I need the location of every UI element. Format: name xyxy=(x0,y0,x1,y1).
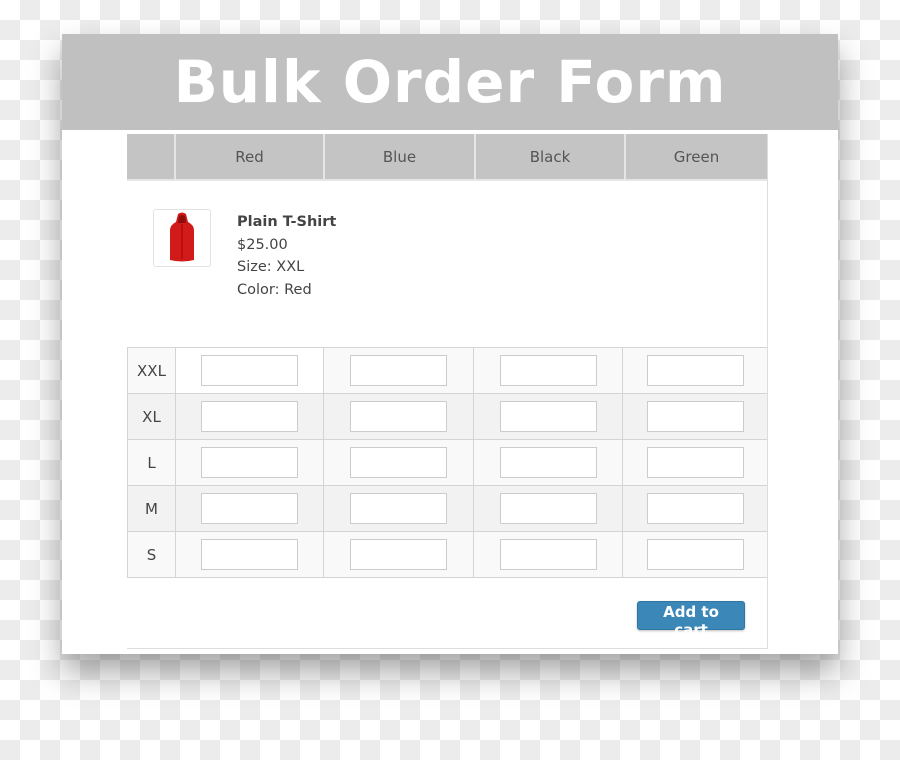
qty-input-m-blue[interactable] xyxy=(350,493,447,524)
size-label: L xyxy=(127,440,176,485)
qty-input-m-black[interactable] xyxy=(499,493,597,524)
product-details: Plain T-Shirt $25.00 Size: XXL Color: Re… xyxy=(127,181,767,347)
cell-green xyxy=(623,440,767,485)
header-bar: Bulk Order Form xyxy=(62,34,838,130)
qty-input-xxl-blue[interactable] xyxy=(350,355,447,386)
cell-blue xyxy=(324,440,474,485)
cell-blue xyxy=(324,486,474,531)
size-label: M xyxy=(127,486,176,531)
cell-blue xyxy=(324,532,474,577)
qty-input-s-blue[interactable] xyxy=(350,539,447,570)
order-form-window: Bulk Order Form Red Blue Black Green Pla… xyxy=(62,34,838,654)
cell-green xyxy=(623,348,767,393)
size-label: XL xyxy=(127,394,176,439)
column-header-red: Red xyxy=(176,134,325,179)
cell-black xyxy=(474,348,623,393)
bulk-order-table: Red Blue Black Green Plain T-Shirt $25.0… xyxy=(127,134,768,649)
qty-input-xl-green[interactable] xyxy=(646,401,744,432)
column-header-green: Green xyxy=(673,147,720,166)
qty-input-s-black[interactable] xyxy=(499,539,597,570)
product-size: Size: XXL xyxy=(237,259,305,275)
qty-input-m-green[interactable] xyxy=(646,493,744,524)
size-row-l: L xyxy=(127,439,767,485)
cell-blue xyxy=(324,394,474,439)
cell-black xyxy=(474,394,623,439)
size-row-s: S xyxy=(127,531,767,578)
column-header-blue: Blue xyxy=(325,134,476,179)
product-name: Plain T-Shirt xyxy=(237,214,337,230)
qty-input-s-red[interactable] xyxy=(201,539,298,570)
cell-green xyxy=(623,532,767,577)
cell-red xyxy=(176,486,324,531)
cell-blue xyxy=(324,348,474,393)
product-thumbnail[interactable] xyxy=(153,209,211,267)
cell-red xyxy=(176,532,324,577)
qty-input-l-green[interactable] xyxy=(646,447,744,478)
qty-input-xxl-green[interactable] xyxy=(646,355,744,386)
cell-black xyxy=(474,532,623,577)
qty-input-xl-black[interactable] xyxy=(499,401,597,432)
cell-red xyxy=(176,348,324,393)
color-header-row: Red Blue Black Green xyxy=(127,134,767,181)
qty-input-xxl-red[interactable] xyxy=(201,355,298,386)
cell-green xyxy=(623,486,767,531)
page-title: Bulk Order Form xyxy=(173,48,727,116)
cell-black xyxy=(474,486,623,531)
cell-red xyxy=(176,440,324,485)
size-row-xxl: XXL xyxy=(127,347,767,393)
product-color: Color: Red xyxy=(237,281,312,298)
qty-input-xxl-black[interactable] xyxy=(499,355,597,386)
qty-input-m-red[interactable] xyxy=(201,493,298,524)
column-header-black: Black xyxy=(476,134,626,179)
size-row-xl: XL xyxy=(127,393,767,439)
size-label: S xyxy=(127,532,176,577)
form-footer: Add to cart xyxy=(127,578,767,651)
size-label: XXL xyxy=(127,348,176,393)
cell-red xyxy=(176,394,324,439)
qty-input-xl-red[interactable] xyxy=(201,401,298,432)
qty-input-l-red[interactable] xyxy=(201,447,298,478)
product-price: $25.00 xyxy=(237,236,288,253)
column-header-blank xyxy=(127,134,176,179)
add-to-cart-button[interactable]: Add to cart xyxy=(637,601,745,639)
size-grid: XXL XL L M S xyxy=(127,347,767,578)
qty-input-s-green[interactable] xyxy=(646,539,744,570)
red-hooded-vest-icon xyxy=(170,212,194,262)
size-row-m: M xyxy=(127,485,767,531)
product-info: Plain T-Shirt $25.00 Size: XXL Color: Re… xyxy=(237,211,336,301)
qty-input-l-black[interactable] xyxy=(499,447,597,478)
cell-green xyxy=(623,394,767,439)
qty-input-xl-blue[interactable] xyxy=(350,401,447,432)
cell-black xyxy=(474,440,623,485)
qty-input-l-blue[interactable] xyxy=(350,447,447,478)
